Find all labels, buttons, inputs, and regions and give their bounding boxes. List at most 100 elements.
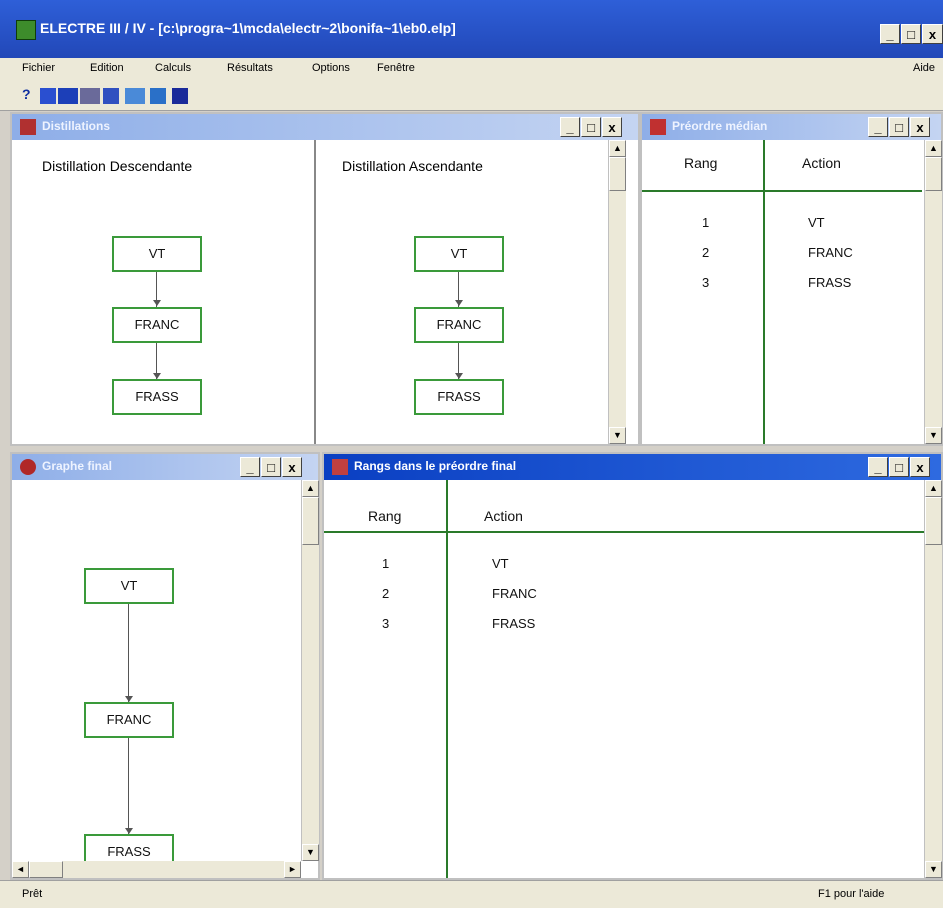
final-graph-hscrollbar[interactable]: ◄ ► bbox=[12, 861, 301, 878]
final-ranks-header-line bbox=[324, 531, 924, 533]
median-maximize-button[interactable]: □ bbox=[889, 117, 909, 137]
final-scroll-down-button[interactable]: ▼ bbox=[302, 844, 319, 861]
arrow-right-icon[interactable] bbox=[40, 88, 56, 104]
final-ranks-scroll-thumb[interactable] bbox=[925, 497, 942, 545]
arrows-icon[interactable] bbox=[58, 88, 78, 104]
final-ranks-action-1: VT bbox=[492, 556, 509, 571]
toolbar: ? bbox=[0, 82, 943, 111]
distillations-title: Distillations bbox=[42, 119, 111, 133]
save-icon[interactable] bbox=[172, 88, 188, 104]
median-close-button[interactable]: x bbox=[910, 117, 930, 137]
final-node-franc[interactable]: FRANC bbox=[84, 702, 174, 738]
chart-icon[interactable] bbox=[150, 88, 166, 104]
median-header-action[interactable]: Action bbox=[802, 155, 841, 171]
ascending-title: Distillation Ascendante bbox=[342, 158, 483, 174]
asc-node-franc[interactable]: FRANC bbox=[414, 307, 504, 343]
median-header-line bbox=[642, 190, 922, 192]
menu-options[interactable]: Options bbox=[312, 62, 350, 74]
desc-node-vt[interactable]: VT bbox=[112, 236, 202, 272]
median-scroll-down-button[interactable]: ▼ bbox=[925, 427, 942, 444]
distillations-window: Distillations _ □ x Distillation Descend… bbox=[10, 112, 640, 446]
final-ranks-scroll-up-button[interactable]: ▲ bbox=[925, 480, 942, 497]
final-ranks-minimize-button[interactable]: _ bbox=[868, 457, 888, 477]
scroll-up-button[interactable]: ▲ bbox=[609, 140, 626, 157]
menu-resultats[interactable]: Résultats bbox=[227, 62, 273, 74]
app-logo-icon bbox=[16, 20, 36, 40]
asc-arrow-1 bbox=[455, 300, 463, 306]
ranks-icon bbox=[332, 459, 348, 475]
scroll-down-button[interactable]: ▼ bbox=[609, 427, 626, 444]
final-ranks-window: Rangs dans le préordre final _ □ x Rang … bbox=[322, 452, 943, 880]
asc-node-frass[interactable]: FRASS bbox=[414, 379, 504, 415]
distillations-content: Distillation Descendante VT FRANC FRASS … bbox=[12, 140, 638, 444]
median-title: Préordre médian bbox=[672, 119, 768, 133]
scroll-thumb[interactable] bbox=[609, 157, 626, 191]
app-title: ELECTRE III / IV - [c:\progra~1\mcda\ele… bbox=[40, 20, 456, 36]
final-ranks-header-rank[interactable]: Rang bbox=[368, 508, 401, 524]
median-rank-1: 1 bbox=[702, 215, 710, 230]
minimize-button[interactable]: _ bbox=[880, 24, 900, 44]
final-ranks-action-3: FRASS bbox=[492, 616, 536, 631]
status-help-hint: F1 pour l'aide bbox=[818, 888, 885, 900]
final-graph-content: VT FRANC FRASS ▲ ▼ ◄ ► bbox=[12, 480, 319, 878]
menu-bar: Fichier Edition Calculs Résultats Option… bbox=[0, 58, 943, 82]
final-ranks-vscrollbar[interactable]: ▲ ▼ bbox=[924, 480, 942, 878]
distillations-maximize-button[interactable]: □ bbox=[581, 117, 601, 137]
median-header-rank[interactable]: Rang bbox=[684, 155, 717, 171]
final-graph-titlebar: Graphe final _ □ x bbox=[12, 454, 318, 480]
menu-fenetre[interactable]: Fenêtre bbox=[377, 62, 415, 74]
median-scroll-up-button[interactable]: ▲ bbox=[925, 140, 942, 157]
final-graph-close-button[interactable]: x bbox=[282, 457, 302, 477]
distillations-titlebar: Distillations _ □ x bbox=[12, 114, 638, 140]
sigma-icon bbox=[650, 119, 666, 135]
final-edge-1 bbox=[128, 604, 129, 702]
help-button[interactable]: ? bbox=[22, 86, 31, 102]
final-ranks-maximize-button[interactable]: □ bbox=[889, 457, 909, 477]
desc-arrow-1 bbox=[153, 300, 161, 306]
final-scroll-left-button[interactable]: ◄ bbox=[12, 861, 29, 878]
column-divider bbox=[314, 140, 316, 444]
final-ranks-content: Rang Action 1 VT 2 FRANC 3 FRASS ▲ ▼ bbox=[324, 480, 942, 878]
distillations-minimize-button[interactable]: _ bbox=[560, 117, 580, 137]
final-node-vt[interactable]: VT bbox=[84, 568, 174, 604]
median-scroll-thumb[interactable] bbox=[925, 157, 942, 191]
final-scroll-thumb[interactable] bbox=[302, 497, 319, 545]
median-action-3: FRASS bbox=[808, 275, 852, 290]
median-rank-3: 3 bbox=[702, 275, 710, 290]
final-ranks-scroll-down-button[interactable]: ▼ bbox=[925, 861, 942, 878]
asc-node-vt[interactable]: VT bbox=[414, 236, 504, 272]
median-vscrollbar[interactable]: ▲ ▼ bbox=[924, 140, 942, 444]
close-button[interactable]: x bbox=[922, 24, 943, 44]
menu-fichier[interactable]: Fichier bbox=[22, 62, 55, 74]
final-graph-vscrollbar[interactable]: ▲ ▼ bbox=[301, 480, 319, 861]
table-icon[interactable] bbox=[125, 88, 145, 104]
median-content: Rang Action 1 VT 2 FRANC 3 FRASS ▲ ▼ bbox=[642, 140, 942, 444]
final-ranks-close-button[interactable]: x bbox=[910, 457, 930, 477]
distillations-close-button[interactable]: x bbox=[602, 117, 622, 137]
print-icon[interactable] bbox=[103, 88, 119, 104]
maximize-button[interactable]: □ bbox=[901, 24, 921, 44]
graph-icon bbox=[20, 459, 36, 475]
arrows-alt-icon[interactable] bbox=[80, 88, 100, 104]
final-graph-maximize-button[interactable]: □ bbox=[261, 457, 281, 477]
menu-aide[interactable]: Aide bbox=[913, 62, 935, 74]
median-minimize-button[interactable]: _ bbox=[868, 117, 888, 137]
desc-node-franc[interactable]: FRANC bbox=[112, 307, 202, 343]
status-bar: Prêt F1 pour l'aide bbox=[0, 880, 943, 908]
median-window: Préordre médian _ □ x Rang Action 1 VT 2… bbox=[640, 112, 943, 446]
distillations-vscrollbar[interactable]: ▲ ▼ bbox=[608, 140, 626, 444]
median-action-1: VT bbox=[808, 215, 825, 230]
desc-node-frass[interactable]: FRASS bbox=[112, 379, 202, 415]
final-scroll-up-button[interactable]: ▲ bbox=[302, 480, 319, 497]
final-ranks-titlebar: Rangs dans le préordre final _ □ x bbox=[324, 454, 941, 480]
final-hscroll-thumb[interactable] bbox=[29, 861, 63, 878]
final-ranks-header-action[interactable]: Action bbox=[484, 508, 523, 524]
final-ranks-column-line bbox=[446, 480, 448, 878]
final-scroll-right-button[interactable]: ► bbox=[284, 861, 301, 878]
menu-edition[interactable]: Edition bbox=[90, 62, 124, 74]
final-graph-minimize-button[interactable]: _ bbox=[240, 457, 260, 477]
grid-icon bbox=[20, 119, 36, 135]
status-text: Prêt bbox=[22, 888, 43, 900]
menu-calculs[interactable]: Calculs bbox=[155, 62, 191, 74]
final-edge-2 bbox=[128, 738, 129, 834]
